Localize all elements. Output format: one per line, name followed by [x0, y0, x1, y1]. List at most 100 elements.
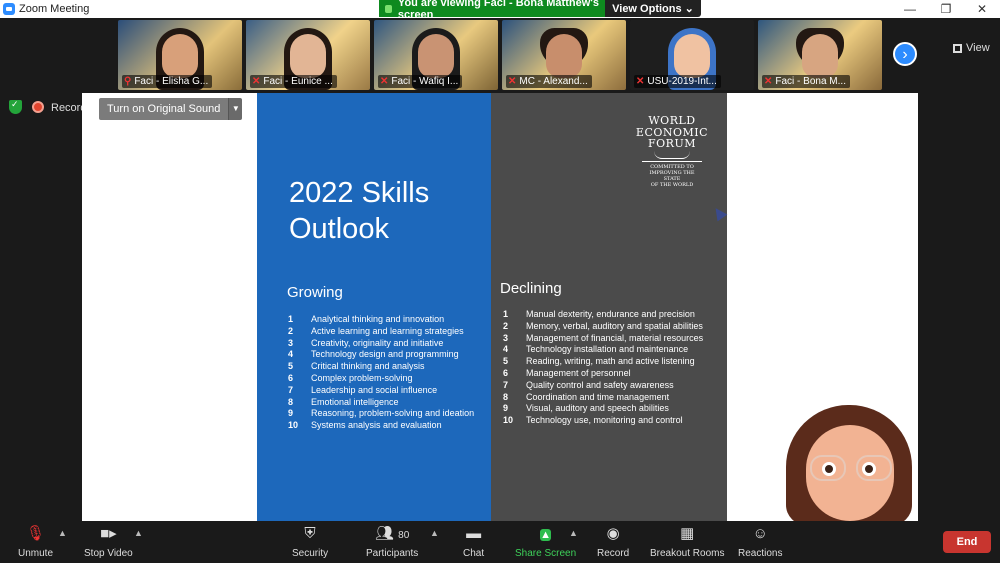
skill-name: Technology design and programming: [311, 349, 459, 360]
participant-tile[interactable]: ✕ Faci - Bona M...: [758, 20, 882, 90]
skill-rank: 5: [288, 361, 294, 372]
skill-rank: 7: [503, 379, 509, 390]
participant-name-label: ✕ Faci - Wafiq I...: [378, 75, 463, 88]
participant-gallery-strip: ⚲ Faci - Elisha G... ✕ Faci - Eunice ... ✕…: [0, 18, 1000, 92]
participants-icon: 👥︎: [374, 525, 394, 542]
reactions-button[interactable]: ☺ Reactions: [738, 525, 782, 559]
restore-icon[interactable]: ❐: [928, 0, 964, 18]
recording-icon: [32, 101, 44, 113]
muted-mic-icon: ✕: [508, 76, 517, 87]
declining-skills-list: 1 Manual dexterity, endurance and precisi…: [503, 309, 703, 427]
reactions-icon: ☺: [752, 525, 768, 542]
participant-tile[interactable]: ✕ MC - Alexand...: [502, 20, 626, 90]
skill-name: Complex problem-solving: [311, 372, 413, 383]
view-label: View: [966, 42, 990, 54]
skill-list-item: 10 Systems analysis and evaluation: [288, 420, 474, 432]
muted-mic-icon: 🎙︎: [25, 525, 46, 542]
self-video-tile[interactable]: [780, 403, 918, 521]
viewing-screen-banner: You are viewing Faci - Bona Matthew's sc…: [379, 0, 605, 21]
view-layout-button[interactable]: View: [953, 42, 990, 54]
participant-tile[interactable]: ✕ Faci - Wafiq I...: [374, 20, 498, 90]
skill-name: Quality control and safety awareness: [526, 379, 674, 390]
participant-name-label: ✕ MC - Alexand...: [506, 75, 592, 88]
window-title: Zoom Meeting: [19, 3, 90, 15]
record-button[interactable]: ◉ Record: [597, 525, 629, 559]
share-options-caret[interactable]: ▲: [569, 528, 578, 538]
close-icon[interactable]: ✕: [964, 0, 1000, 18]
slide-blue-panel: [257, 93, 491, 521]
skill-name: Creativity, originality and initiative: [311, 337, 444, 348]
chat-button[interactable]: ▬ Chat: [463, 525, 484, 559]
participants-button[interactable]: 👥︎ 80 Participants: [366, 525, 418, 559]
skill-rank: 9: [503, 403, 509, 414]
share-screen-button[interactable]: ▲ Share Screen: [515, 525, 576, 559]
video-camera-icon: ■▸: [100, 525, 117, 542]
stop-video-button[interactable]: ■▸ Stop Video: [84, 525, 133, 559]
participant-tile[interactable]: ⚲ Faci - Elisha G...: [118, 20, 242, 90]
grid-icon: [953, 43, 962, 53]
skill-rank: 5: [503, 356, 509, 367]
skill-rank: 3: [288, 337, 294, 348]
minimize-icon[interactable]: —: [892, 0, 928, 18]
meeting-status-indicators: [9, 99, 44, 114]
skill-list-item: 5 Reading, writing, math and active liste…: [503, 356, 703, 368]
skill-name: Reasoning, problem-solving and ideation: [311, 408, 475, 419]
breakout-rooms-button[interactable]: ▦ Breakout Rooms: [650, 525, 724, 559]
skill-rank: 6: [503, 367, 509, 378]
video-options-caret[interactable]: ▲: [134, 528, 143, 538]
skill-list-item: 8 Coordination and time management: [503, 392, 703, 404]
end-meeting-button[interactable]: End: [943, 531, 991, 553]
skill-rank: 6: [288, 372, 294, 383]
audio-options-caret[interactable]: ▲: [58, 528, 67, 538]
skill-list-item: 3 Creativity, originality and initiative: [288, 338, 474, 350]
unmute-button[interactable]: 🎙︎ Unmute: [18, 525, 53, 559]
skill-name: Active learning and learning strategies: [311, 325, 464, 336]
muted-mic-icon: ✕: [380, 76, 389, 87]
record-icon: ◉: [606, 525, 620, 542]
participant-tile[interactable]: ✕ Faci - Eunice ...: [246, 20, 370, 90]
skill-rank: 4: [288, 349, 294, 360]
skill-name: Technology use, monitoring and control: [526, 415, 683, 426]
skill-name: Management of personnel: [526, 367, 631, 378]
breakout-rooms-icon: ▦: [680, 525, 695, 542]
turn-on-original-sound-button[interactable]: Turn on Original Sound: [99, 98, 229, 120]
muted-mic-icon: ✕: [764, 76, 773, 87]
participant-name-label: ✕ Faci - Bona M...: [762, 75, 850, 88]
skill-list-item: 6 Complex problem-solving: [288, 373, 474, 385]
participants-count: 80: [398, 530, 410, 541]
skill-name: Leadership and social influence: [311, 384, 438, 395]
skill-name: Management of financial, material resour…: [526, 332, 704, 343]
next-page-button[interactable]: ›: [893, 42, 917, 66]
skill-rank: 10: [288, 420, 299, 431]
original-sound-control: Turn on Original Sound ▼: [99, 98, 243, 120]
participant-name-label: ✕ USU-2019-Int...: [634, 75, 721, 88]
chevron-right-icon: ›: [902, 46, 908, 63]
growing-heading: Growing: [287, 284, 343, 301]
shield-icon: ⛨: [304, 525, 316, 542]
skill-list-item: 9 Visual, auditory and speech abilities: [503, 403, 703, 415]
declining-heading: Declining: [500, 280, 562, 297]
skill-name: Reading, writing, math and active listen…: [526, 356, 695, 367]
skill-name: Coordination and time management: [526, 391, 670, 402]
participants-options-caret[interactable]: ▲: [430, 528, 439, 538]
share-status-icon: [385, 4, 392, 13]
encryption-shield-icon[interactable]: [9, 99, 22, 114]
skill-list-item: 1 Analytical thinking and innovation: [288, 314, 474, 326]
pin-icon: ⚲: [124, 76, 132, 87]
muted-mic-icon: ✕: [252, 76, 261, 87]
skill-name: Systems analysis and evaluation: [311, 420, 442, 431]
original-sound-dropdown[interactable]: ▼: [228, 98, 243, 120]
participant-name-label: ✕ Faci - Eunice ...: [250, 75, 337, 88]
chevron-down-icon: ▼: [231, 104, 240, 113]
share-screen-icon: ▲: [540, 529, 552, 541]
view-options-button[interactable]: View Options ⌄: [605, 0, 701, 17]
skill-rank: 10: [503, 415, 514, 426]
skill-rank: 8: [503, 391, 509, 402]
skill-rank: 8: [288, 396, 294, 407]
skill-rank: 2: [503, 320, 509, 331]
security-button[interactable]: ⛨ Security: [292, 525, 328, 559]
skill-rank: 2: [288, 325, 294, 336]
participant-tile[interactable]: ✕ USU-2019-Int...: [630, 20, 754, 90]
skill-rank: 4: [503, 344, 509, 355]
skill-list-item: 6 Management of personnel: [503, 368, 703, 380]
